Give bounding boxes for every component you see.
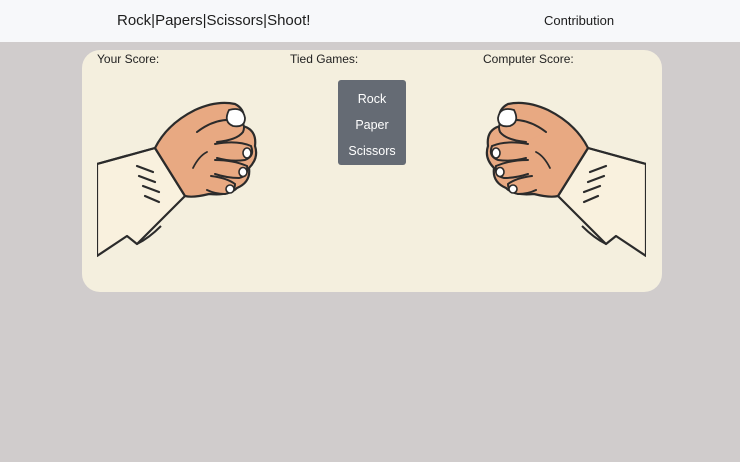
choice-menu: Rock Paper Scissors [338, 80, 406, 165]
game-board: Your Score: Tied Games: Computer Score: … [82, 50, 662, 292]
computer-score-label: Computer Score: [483, 52, 574, 66]
computer-fist-icon [485, 101, 646, 258]
tied-games-label: Tied Games: [290, 52, 359, 66]
scissors-button[interactable]: Scissors [348, 139, 395, 165]
paper-button[interactable]: Paper [355, 112, 388, 138]
your-score-label: Your Score: [97, 52, 160, 66]
contribution-link[interactable]: Contribution [544, 13, 614, 28]
brand-link[interactable]: Rock|Papers|Scissors|Shoot! [117, 12, 310, 29]
navbar: Rock|Papers|Scissors|Shoot! Contribution [0, 0, 740, 42]
rock-button[interactable]: Rock [358, 86, 386, 112]
player-fist-icon [97, 101, 258, 258]
